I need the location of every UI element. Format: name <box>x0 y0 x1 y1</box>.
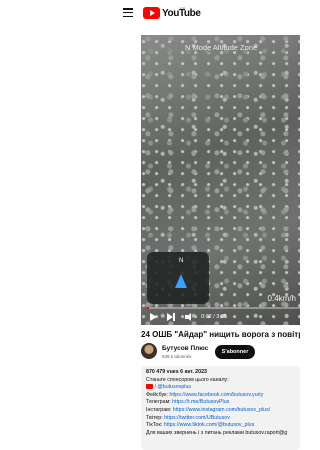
handle-link[interactable]: / @butusovplus <box>154 384 191 390</box>
drone-minimap: N <box>147 252 209 304</box>
player-controls: 0:02 / 3:05 <box>141 309 300 325</box>
instagram-label: Інстаграм: <box>146 406 172 413</box>
telegram-label: Телеграм: <box>146 399 171 406</box>
facebook-label: Фейсбук: <box>146 391 168 398</box>
youtube-logo[interactable]: YouTube <box>143 6 201 20</box>
hamburger-menu-icon[interactable] <box>123 8 133 18</box>
next-icon[interactable] <box>165 311 177 323</box>
twitter-link[interactable]: https://twitter.com/UButusov <box>164 415 230 421</box>
youtube-small-icon <box>146 384 153 390</box>
channel-avatar[interactable] <box>141 343 157 359</box>
heading-arrow-icon <box>175 274 187 288</box>
drone-osd-speed: 0.4km/h <box>267 294 296 303</box>
volume-icon[interactable] <box>183 311 195 323</box>
subscriber-count: 639 k abonnés <box>162 354 192 359</box>
instagram-link[interactable]: https://www.instagram.com/butusov_plus/ <box>173 407 270 413</box>
youtube-play-icon <box>143 7 160 19</box>
logo-region: FR <box>180 6 186 11</box>
tiktok-link[interactable]: https://www.tiktok.com/@butusov_plus <box>164 422 254 428</box>
channel-name[interactable]: Бутусов Плюс <box>162 345 208 352</box>
contact-line: Для ваших звернень і з питань реклами bu… <box>146 429 288 436</box>
time-display: 0:02 / 3:05 <box>201 314 227 320</box>
twitter-label: Твітер: <box>146 414 163 421</box>
description-line: Станьте спонсором цього каналу: <box>146 376 229 383</box>
facebook-link[interactable]: https://www.facebook.com/butusov.yuriy <box>169 392 263 398</box>
video-player[interactable]: N Mode Altitude Zone N 0.4km/h 0:02 / 3:… <box>141 35 300 325</box>
drone-osd-top-text: N Mode Altitude Zone <box>185 43 258 52</box>
description-box[interactable]: 870 479 vues 6 avr. 2023 Станьте спонсор… <box>141 366 300 450</box>
play-icon[interactable] <box>147 311 159 323</box>
top-bar: YouTube FR <box>0 0 300 26</box>
tiktok-label: ТікТок: <box>146 422 163 429</box>
minimap-north-label: N <box>179 258 184 264</box>
view-stats: 870 479 vues 6 avr. 2023 <box>146 369 207 375</box>
subscribe-button[interactable]: S'abonner <box>215 345 255 359</box>
video-title: 24 ОШБ "Айдар" нищить ворога з повітря н… <box>141 330 300 339</box>
telegram-link[interactable]: https://t.me/ButusovPlus <box>172 399 229 405</box>
description-handle-row: / @butusovplus <box>146 384 287 392</box>
